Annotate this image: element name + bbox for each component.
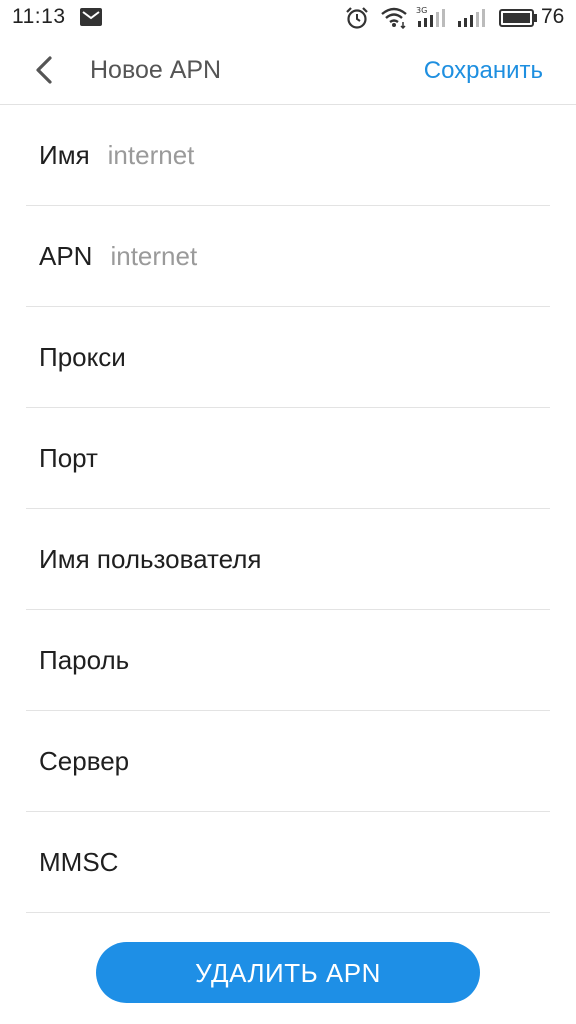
back-button[interactable] bbox=[26, 50, 66, 90]
field-label: Имя пользователя bbox=[39, 544, 262, 574]
field-server[interactable]: Сервер bbox=[26, 711, 550, 812]
field-label: MMSC bbox=[39, 847, 119, 877]
field-name[interactable]: Имя internet bbox=[26, 105, 550, 206]
field-label: Сервер bbox=[39, 746, 130, 776]
field-proxy[interactable]: Прокси bbox=[26, 307, 550, 408]
field-label: APN bbox=[39, 241, 93, 271]
field-port[interactable]: Порт bbox=[26, 408, 550, 509]
network-type-label: 3G bbox=[416, 6, 427, 15]
status-bar: 11:13 3G 76 bbox=[0, 0, 576, 36]
field-mmsc[interactable]: MMSC bbox=[26, 812, 550, 913]
delete-apn-button[interactable]: УДАЛИТЬ APN bbox=[96, 942, 480, 1003]
field-label: Прокси bbox=[39, 342, 126, 372]
field-value: internet bbox=[107, 140, 195, 170]
alarm-icon bbox=[345, 6, 369, 35]
chevron-left-icon bbox=[36, 56, 52, 84]
field-password[interactable]: Пароль bbox=[26, 610, 550, 711]
field-label: Порт bbox=[39, 443, 98, 473]
save-button[interactable]: Сохранить bbox=[424, 57, 543, 85]
signal-3g-icon: 3G bbox=[416, 5, 448, 34]
status-time: 11:13 bbox=[12, 5, 66, 28]
field-username[interactable]: Имя пользователя bbox=[26, 509, 550, 610]
battery-level: 76 bbox=[541, 5, 565, 28]
apn-field-list: Имя internet APN internet Прокси Порт Имя … bbox=[0, 105, 576, 913]
page-title: Новое APN bbox=[90, 56, 222, 84]
field-label: Имя bbox=[39, 140, 90, 170]
app-header: Новое APN Сохранить bbox=[0, 36, 576, 105]
field-apn[interactable]: APN internet bbox=[26, 206, 550, 307]
signal-icon bbox=[457, 7, 489, 32]
field-label: Пароль bbox=[39, 645, 130, 675]
mail-notification-icon bbox=[80, 8, 102, 31]
wifi-icon bbox=[380, 7, 408, 34]
field-value: internet bbox=[110, 241, 198, 271]
battery-icon bbox=[499, 9, 537, 32]
